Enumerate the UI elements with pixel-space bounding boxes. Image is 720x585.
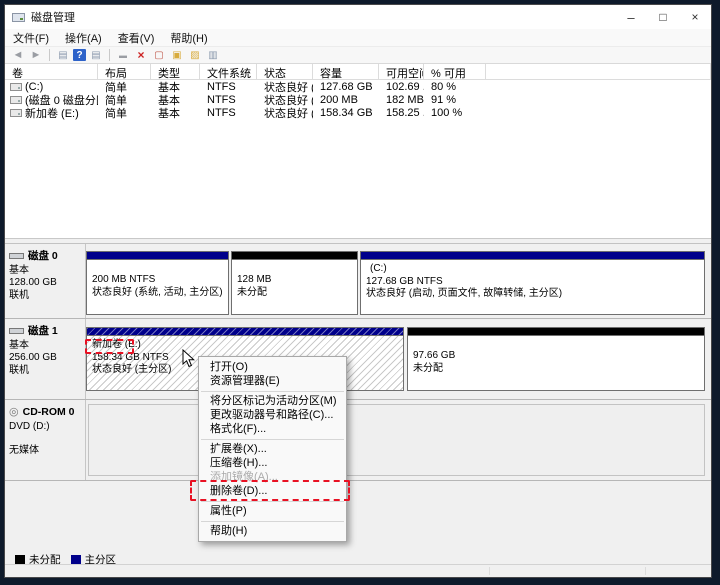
menu-item-help[interactable]: 帮助(H)	[199, 524, 346, 538]
disk0-unallocated[interactable]: 128 MB 未分配	[231, 251, 358, 315]
col-free-space[interactable]: 可用空间	[379, 64, 424, 79]
partition-color-bar	[87, 328, 403, 336]
toolbar: ◄ ► ▤ ? ▤ ▬ × ▢ ▣ ▨ ▥	[5, 47, 711, 64]
partition-color-bar	[361, 252, 704, 260]
menu-separator	[201, 521, 344, 522]
disk-0-label[interactable]: 磁盘 0 基本 128.00 GB 联机	[9, 250, 84, 302]
menu-item-extend-volume[interactable]: 扩展卷(X)...	[199, 442, 346, 456]
col-volume[interactable]: 卷	[5, 64, 98, 79]
disk-1-row: 磁盘 1 基本 256.00 GB 联机 新加卷 (E:) 158.34 GB …	[5, 319, 711, 400]
disk-1-label[interactable]: 磁盘 1 基本 256.00 GB 联机	[9, 325, 84, 377]
disk0-partition-system[interactable]: 200 MB NTFS 状态良好 (系统, 活动, 主分区)	[86, 251, 229, 315]
partition-color-bar	[408, 328, 704, 336]
menu-view[interactable]: 查看(V)	[110, 29, 163, 46]
disk-0-row: 磁盘 0 基本 128.00 GB 联机 200 MB NTFS 状态良好 (系…	[5, 243, 711, 319]
title-bar: 磁盘管理 – □ ×	[5, 5, 711, 29]
volume-icon	[10, 108, 22, 117]
menu-item-explorer[interactable]: 资源管理器(E)	[199, 374, 346, 388]
menu-separator	[201, 439, 344, 440]
open-folder-icon[interactable]: ▨	[187, 48, 203, 62]
toolbar-separator	[109, 49, 110, 61]
statusbar-separator	[645, 567, 646, 575]
disk1-unallocated[interactable]: 97.66 GB 未分配	[407, 327, 705, 391]
col-layout[interactable]: 布局	[98, 64, 151, 79]
toolbar-separator	[49, 49, 50, 61]
disk-management-app-icon	[12, 12, 25, 22]
cdrom-media-area[interactable]	[88, 404, 705, 476]
delete-volume-icon[interactable]: ×	[133, 48, 149, 62]
col-empty	[486, 64, 711, 79]
col-status[interactable]: 状态	[257, 64, 313, 79]
menu-separator	[201, 391, 344, 392]
cd-rom-icon: ◎	[9, 406, 19, 419]
menu-item-shrink-volume[interactable]: 压缩卷(H)...	[199, 456, 346, 470]
status-bar	[5, 564, 711, 577]
window-title: 磁盘管理	[31, 12, 75, 24]
format-icon[interactable]: ▢	[151, 48, 167, 62]
volume-icon	[10, 82, 22, 91]
cdrom-0-row: ◎ CD-ROM 0 DVD (D:) 无媒体	[5, 400, 711, 481]
volume-list-pane: 卷 布局 类型 文件系统 状态 容量 可用空间 % 可用 (C:) 简单 基本 …	[5, 64, 711, 239]
menu-file[interactable]: 文件(F)	[5, 29, 57, 46]
menu-item-open[interactable]: 打开(O)	[199, 360, 346, 374]
menu-bar: 文件(F) 操作(A) 查看(V) 帮助(H)	[5, 29, 711, 47]
disk-icon	[9, 253, 24, 260]
context-menu: 打开(O) 资源管理器(E) 将分区标记为活动分区(M) 更改驱动器号和路径(C…	[190, 356, 350, 542]
disk0-partition-c[interactable]: (C:) 127.68 GB NTFS 状态良好 (启动, 页面文件, 故障转储…	[360, 251, 705, 315]
forward-icon[interactable]: ►	[28, 48, 44, 62]
cdrom-0-label[interactable]: ◎ CD-ROM 0 DVD (D:) 无媒体	[9, 406, 84, 458]
statusbar-separator	[489, 567, 490, 575]
partition-color-bar	[87, 252, 228, 260]
label-separator	[85, 400, 86, 480]
minimize-button[interactable]: –	[615, 5, 647, 29]
disk-management-window: 磁盘管理 – □ × 文件(F) 操作(A) 查看(V) 帮助(H) ◄ ► ▤…	[4, 4, 712, 578]
close-button[interactable]: ×	[679, 5, 711, 29]
menu-item-change-drive-letter[interactable]: 更改驱动器号和路径(C)...	[199, 408, 346, 422]
new-volume-icon[interactable]: ▣	[169, 48, 185, 62]
details-view-icon[interactable]: ▥	[205, 48, 221, 62]
window-controls: – □ ×	[615, 5, 711, 29]
primary-partition-swatch	[70, 554, 81, 565]
col-filesystem[interactable]: 文件系统	[200, 64, 257, 79]
menu-item-properties[interactable]: 属性(P)	[199, 504, 346, 518]
menu-item-add-mirror: 添加镜像(A)...	[210, 471, 278, 483]
graphical-view-pane: 磁盘 0 基本 128.00 GB 联机 200 MB NTFS 状态良好 (系…	[5, 239, 711, 566]
pointer-icon[interactable]: ▬	[115, 48, 131, 62]
menu-item-mark-active[interactable]: 将分区标记为活动分区(M)	[199, 394, 346, 408]
col-percent-free[interactable]: % 可用	[424, 64, 486, 79]
maximize-button[interactable]: □	[647, 5, 679, 29]
menu-action[interactable]: 操作(A)	[57, 29, 110, 46]
partition-color-bar	[232, 252, 357, 260]
back-icon[interactable]: ◄	[10, 48, 26, 62]
menu-separator	[201, 501, 344, 502]
volume-row-e[interactable]: 新加卷 (E:) 简单 基本 NTFS 状态良好 (... 158.34 GB …	[5, 106, 711, 120]
properties-panel-icon[interactable]: ▤	[88, 48, 104, 62]
volume-icon	[10, 95, 22, 104]
menu-item-delete-volume[interactable]: 删除卷(D)...	[199, 484, 346, 498]
menu-help[interactable]: 帮助(H)	[162, 29, 215, 46]
unallocated-swatch	[15, 554, 25, 565]
col-type[interactable]: 类型	[151, 64, 200, 79]
console-tree-icon[interactable]: ▤	[55, 48, 71, 62]
disk-icon	[9, 328, 24, 335]
menu-item-format[interactable]: 格式化(F)...	[199, 422, 346, 436]
desktop: { "colors": { "primary": "#00008b", "una…	[0, 0, 720, 585]
col-capacity[interactable]: 容量	[313, 64, 379, 79]
help-icon[interactable]: ?	[73, 49, 86, 61]
